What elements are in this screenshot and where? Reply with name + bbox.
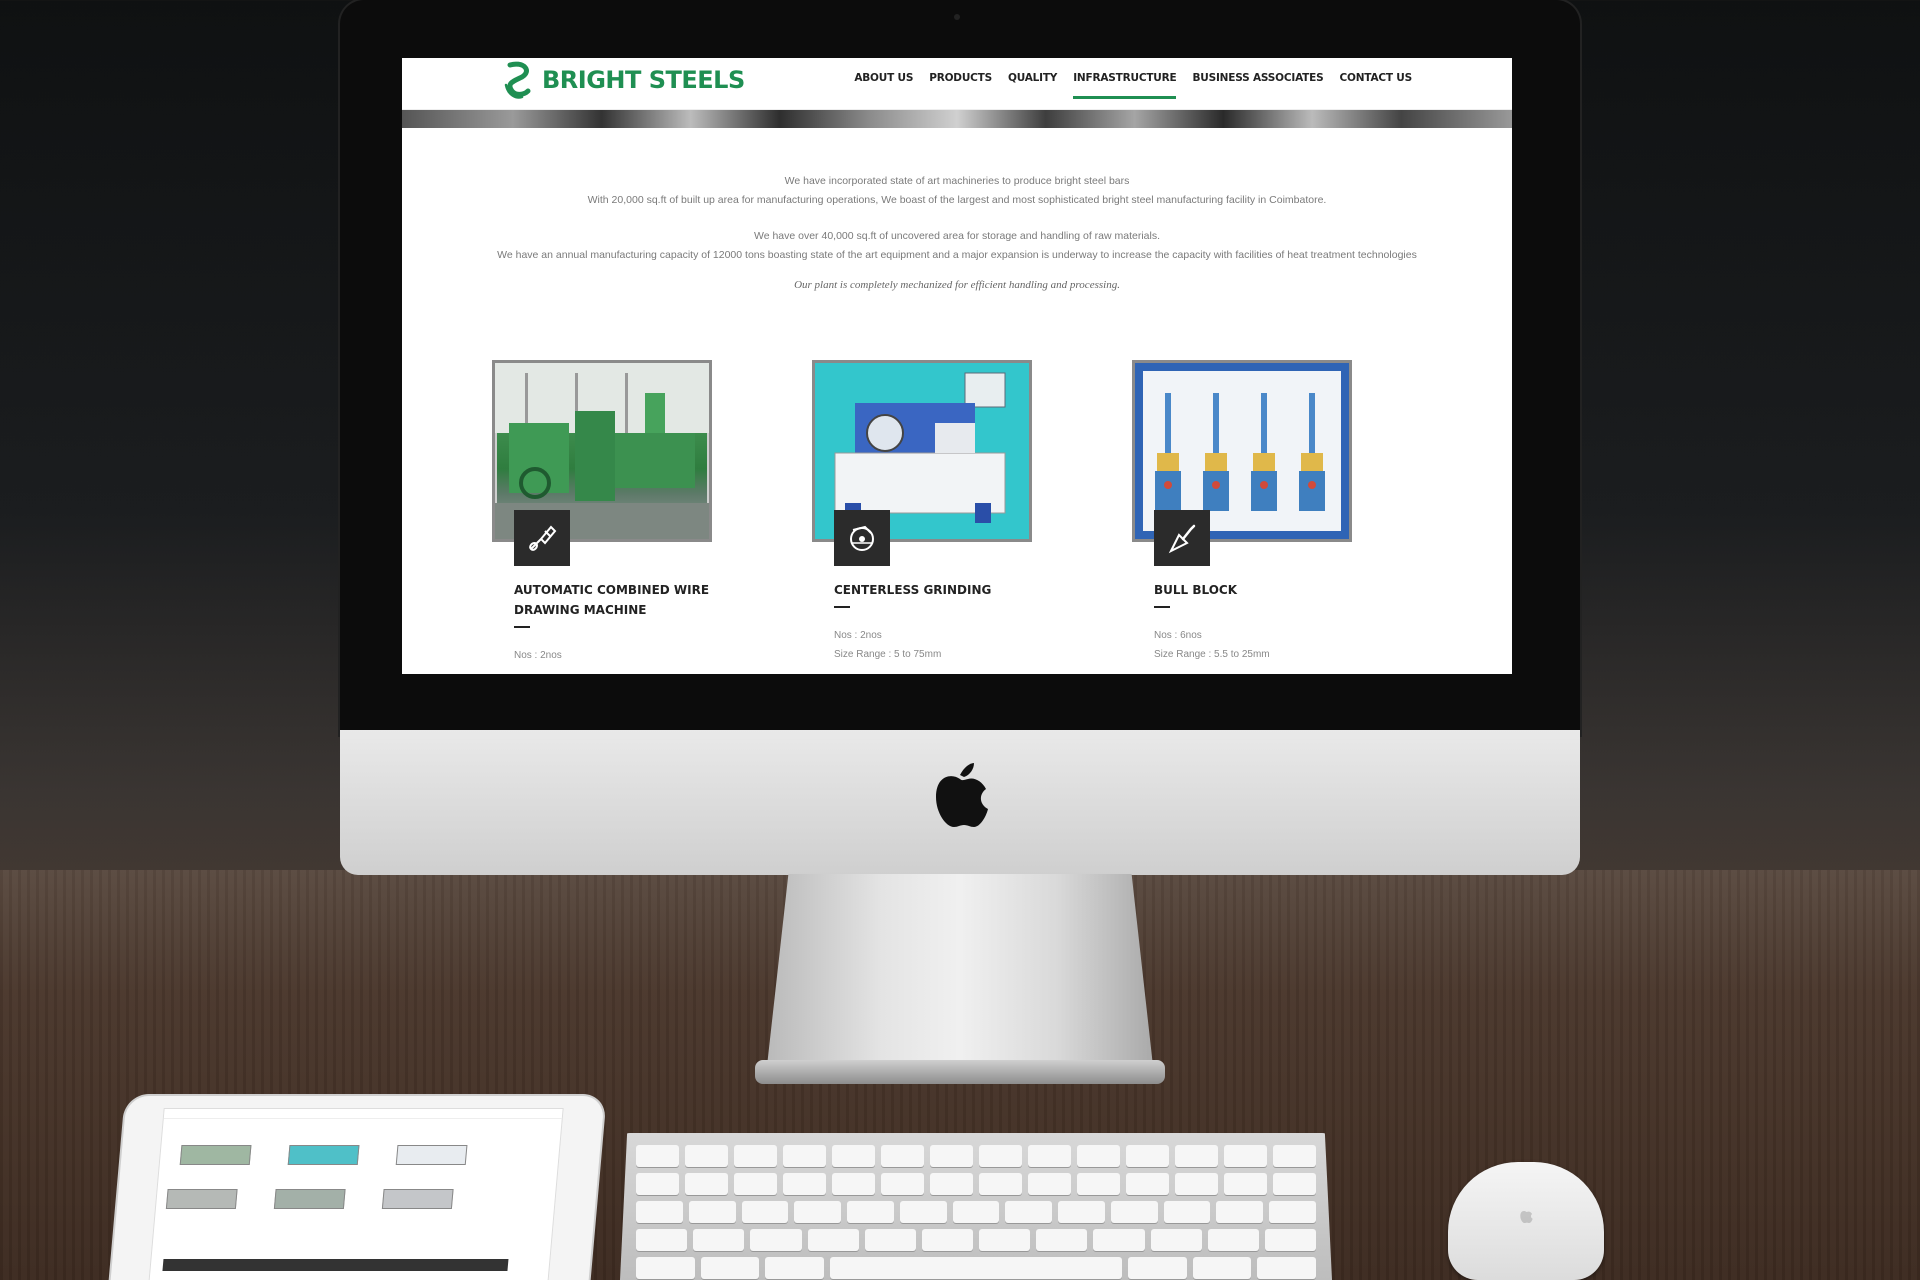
monitor-stand-base [755,1060,1165,1084]
title-rule [1154,606,1170,608]
monitor-stand [765,874,1155,1084]
intro-section: We have incorporated state of art machin… [482,172,1432,295]
logo-mark-icon [504,61,531,99]
machine-card-title: AUTOMATIC COMBINED WIRE DRAWING MACHINE [514,583,710,617]
spec-line: Size Range : 5 to 75mm [834,649,942,660]
main-nav: ABOUT US PRODUCTS QUALITY INFRASTRUCTURE… [854,72,1412,99]
monitor-screen: BRIGHT STEELS ABOUT US PRODUCTS QUALITY … [402,58,1512,674]
machinery-cards: AUTOMATIC COMBINED WIRE DRAWING MACHINE … [492,360,1432,674]
logo-text: BRIGHT STEELS [542,66,745,94]
tablet-thumbnail [381,1189,454,1209]
intro-line-3: We have over 40,000 sq.ft of uncovered a… [753,230,1161,242]
keyboard [620,1133,1332,1280]
machine-card[interactable]: AUTOMATIC COMBINED WIRE DRAWING MACHINE … [492,360,752,665]
title-rule [834,606,850,608]
machine-specs: Nos : 2nos [514,646,752,665]
machine-card[interactable]: CENTERLESS GRINDING Nos : 2nos Size Rang… [812,360,1072,664]
machine-card[interactable]: BULL BLOCK Nos : 6nos Size Range : 5.5 t… [1132,360,1392,664]
nav-quality[interactable]: QUALITY [1008,72,1057,99]
spec-line: Size Range : 5.5 to 25mm [1154,649,1270,660]
tablet-footer-bar [162,1259,509,1271]
mouse-apple-logo-icon [1520,1210,1533,1224]
spec-line: Nos : 2nos [834,630,882,641]
tablet-thumbnail [273,1189,346,1209]
intro-line-1: We have incorporated state of art machin… [784,175,1130,187]
nav-products[interactable]: PRODUCTS [929,72,992,99]
machine-card-title: BULL BLOCK [1154,583,1238,597]
tablet-thumbnail [287,1145,360,1165]
tablet-screen [147,1108,564,1280]
steel-banner-image [402,110,1512,128]
machine-card-title: CENTERLESS GRINDING [834,583,992,597]
circular-saw-icon [834,510,890,566]
intro-line-2: With 20,000 sq.ft of built up area for m… [587,193,1327,206]
apple-logo-icon [936,763,988,827]
camera [954,14,960,20]
site-header: BRIGHT STEELS ABOUT US PRODUCTS QUALITY … [402,58,1512,110]
spec-line: Nos : 2nos [514,650,562,661]
intro-tagline: Our plant is completely mechanized for e… [794,279,1120,291]
nav-business-associates[interactable]: BUSINESS ASSOCIATES [1192,72,1323,99]
nav-contact-us[interactable]: CONTACT US [1339,72,1412,99]
mouse [1448,1162,1604,1280]
tablet-thumbnail [395,1145,468,1165]
title-rule [514,626,530,628]
trowel-icon [1154,510,1210,566]
paintbrush-icon [514,510,570,566]
tablet-thumbnail [165,1189,238,1209]
tablet-device [109,1096,605,1280]
machine-specs: Nos : 2nos Size Range : 5 to 75mm [834,626,1072,664]
machine-specs: Nos : 6nos Size Range : 5.5 to 25mm [1154,626,1392,664]
intro-line-4: We have an annual manufacturing capacity… [497,248,1417,261]
nav-infrastructure[interactable]: INFRASTRUCTURE [1073,72,1177,99]
spec-line: Nos : 6nos [1154,630,1202,641]
nav-about-us[interactable]: ABOUT US [854,72,913,99]
site-logo[interactable]: BRIGHT STEELS [502,60,745,100]
tablet-thumbnail [179,1145,252,1165]
